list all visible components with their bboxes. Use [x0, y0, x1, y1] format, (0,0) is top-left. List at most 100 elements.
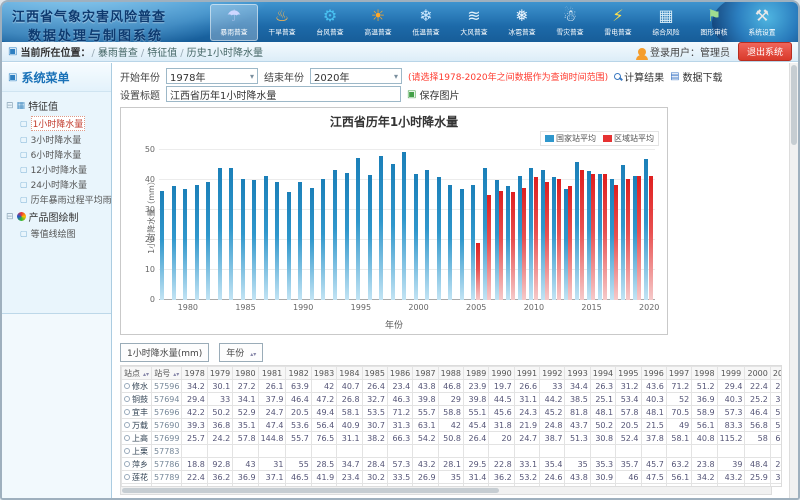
toolbar-item-12[interactable]: ⚒系统设置 — [738, 4, 786, 41]
chart-bar-national — [506, 186, 510, 300]
calculate-button[interactable]: 计算结果 — [614, 69, 664, 84]
sidebar-item-label: 等值线绘图 — [31, 227, 76, 240]
breadcrumb-item[interactable]: 历史1小时降水量 — [187, 48, 263, 59]
year-column-header[interactable]: 1993 — [565, 367, 590, 380]
station-name-cell[interactable]: 上高 — [122, 432, 152, 445]
row-radio-button[interactable] — [124, 383, 130, 389]
toolbar-item-6[interactable]: ≋大风普查 — [450, 4, 498, 41]
year-column-header[interactable]: 1997 — [666, 367, 691, 380]
download-button[interactable]: ▤ 数据下载 — [670, 69, 722, 84]
station-name-cell[interactable]: 萍乡 — [122, 458, 152, 471]
station-column-header[interactable]: 站点▴▾ — [122, 367, 152, 380]
chart-bar-national — [229, 168, 233, 300]
toolbar-item-11[interactable]: ⚑图形审核 — [690, 4, 738, 41]
save-image-button[interactable]: ▣ 保存图片 — [407, 87, 459, 102]
horizontal-scroll-thumb[interactable] — [122, 488, 499, 493]
x-tick-label: 1995 — [351, 303, 371, 312]
chart-title-input[interactable] — [166, 86, 401, 102]
value-cell: 33.1 — [514, 458, 539, 471]
year-column-header[interactable]: 1995 — [616, 367, 641, 380]
year-column-header[interactable]: 1981 — [258, 367, 286, 380]
sidebar-item-历年暴雨过程平均雨量[interactable]: ▢历年暴雨过程平均雨量 — [4, 192, 109, 207]
station-name-cell[interactable]: 莲花 — [122, 471, 152, 484]
year-column-header[interactable]: 1987 — [413, 367, 438, 380]
year-column-header[interactable]: 1990 — [489, 367, 514, 380]
toolbar-item-1[interactable]: ☂暴雨普查 — [210, 4, 258, 41]
year-sort-control[interactable]: 年份 ▴▾ — [219, 343, 263, 362]
toolbar-item-8[interactable]: ☃雪灾普查 — [546, 4, 594, 41]
vertical-scrollbar[interactable] — [789, 63, 798, 498]
year-column-header[interactable]: 1982 — [286, 367, 311, 380]
year-column-header[interactable]: 1998 — [692, 367, 717, 380]
vertical-scroll-thumb[interactable] — [791, 65, 797, 145]
year-column-header[interactable]: 1980 — [233, 367, 258, 380]
station-name-cell[interactable]: 上栗 — [122, 445, 152, 458]
sidebar-group-2[interactable]: ⊟产品图绘制 — [4, 207, 109, 226]
end-year-select[interactable]: 2020年 ▾ — [310, 68, 402, 84]
station-name-cell[interactable]: 修水 — [122, 380, 152, 393]
toolbar-item-7[interactable]: ❅冰雹普查 — [498, 4, 546, 41]
year-column-header[interactable]: 1979 — [207, 367, 232, 380]
row-radio-button[interactable] — [124, 396, 130, 402]
sidebar-item-6小时降水量[interactable]: ▢6小时降水量 — [4, 147, 109, 162]
unit-label-box: 1小时降水量(mm) — [120, 343, 209, 362]
row-radio-button[interactable] — [124, 409, 130, 415]
year-column-header[interactable]: 1985 — [362, 367, 387, 380]
row-radio-button[interactable] — [124, 435, 130, 441]
station-name-cell[interactable]: 宜丰 — [122, 406, 152, 419]
sidebar-item-label: 12小时降水量 — [31, 163, 87, 176]
collapse-icon[interactable]: ⊟ — [6, 212, 14, 222]
value-cell: 25.1 — [590, 393, 615, 406]
chart-bar-national — [460, 189, 464, 300]
station-name-cell[interactable]: 铜鼓 — [122, 393, 152, 406]
collapse-icon[interactable]: ⊟ — [6, 101, 14, 111]
toolbar-item-10[interactable]: ▦综合风险 — [642, 4, 690, 41]
breadcrumb-item[interactable]: 特征值 — [147, 48, 177, 59]
value-cell: 28.4 — [362, 458, 387, 471]
year-column-header[interactable]: 1999 — [717, 367, 745, 380]
value-cell: 32.7 — [362, 393, 387, 406]
year-column-header[interactable]: 1996 — [641, 367, 666, 380]
year-column-header[interactable]: 1994 — [590, 367, 615, 380]
year-column-header[interactable]: 1983 — [311, 367, 336, 380]
row-radio-button[interactable] — [124, 422, 130, 428]
logout-button[interactable]: 退出系统 — [738, 42, 792, 61]
toolbar-item-4[interactable]: ☀高温普查 — [354, 4, 402, 41]
station-id-column-header[interactable]: 站号▴▾ — [152, 367, 182, 380]
year-column-header[interactable]: 1984 — [337, 367, 362, 380]
row-radio-button[interactable] — [124, 448, 130, 454]
year-column-header[interactable]: 1989 — [463, 367, 488, 380]
toolbar-item-2[interactable]: ♨干旱普查 — [258, 4, 306, 41]
row-radio-button[interactable] — [124, 461, 130, 467]
sidebar-item-等值线绘图[interactable]: ▢等值线绘图 — [4, 226, 109, 241]
value-cell: 26.4 — [463, 432, 488, 445]
row-radio-button[interactable] — [124, 474, 130, 480]
year-column-header[interactable]: 1978 — [182, 367, 207, 380]
value-cell: 44.5 — [489, 393, 514, 406]
toolbar-item-5[interactable]: ❄低温普查 — [402, 4, 450, 41]
chart-bar-national — [644, 159, 648, 300]
sidebar-item-3小时降水量[interactable]: ▢3小时降水量 — [4, 132, 109, 147]
year-column-header[interactable]: 2001 — [770, 367, 782, 380]
app-title-line2: 数据处理与制图系统 — [12, 25, 166, 42]
sidebar-item-12小时降水量[interactable]: ▢12小时降水量 — [4, 162, 109, 177]
breadcrumb-item[interactable]: 暴雨普查 — [98, 48, 138, 59]
toolbar-item-label: 台风普查 — [316, 28, 343, 37]
start-year-select[interactable]: 1978年 ▾ — [166, 68, 258, 84]
sidebar-item-1小时降水量[interactable]: ▢1小时降水量 — [4, 115, 109, 132]
toolbar-item-3[interactable]: ⚙台风普查 — [306, 4, 354, 41]
horizontal-scrollbar[interactable] — [120, 486, 772, 495]
year-column-header[interactable]: 1986 — [387, 367, 412, 380]
year-column-header[interactable]: 1991 — [514, 367, 539, 380]
sidebar-group-1[interactable]: ⊟▦特征值 — [4, 96, 109, 115]
sidebar-item-24小时降水量[interactable]: ▢24小时降水量 — [4, 177, 109, 192]
value-cell: 27.2 — [233, 380, 258, 393]
value-cell — [641, 445, 666, 458]
station-name-cell[interactable]: 万载 — [122, 419, 152, 432]
table-row: 宜丰5769642.250.252.924.720.549.458.153.57… — [122, 406, 783, 419]
toolbar-item-9[interactable]: ⚡雷电普查 — [594, 4, 642, 41]
settings-icon: ⚒ — [755, 4, 769, 27]
year-column-header[interactable]: 1992 — [540, 367, 565, 380]
year-column-header[interactable]: 2000 — [745, 367, 770, 380]
year-column-header[interactable]: 1988 — [438, 367, 463, 380]
